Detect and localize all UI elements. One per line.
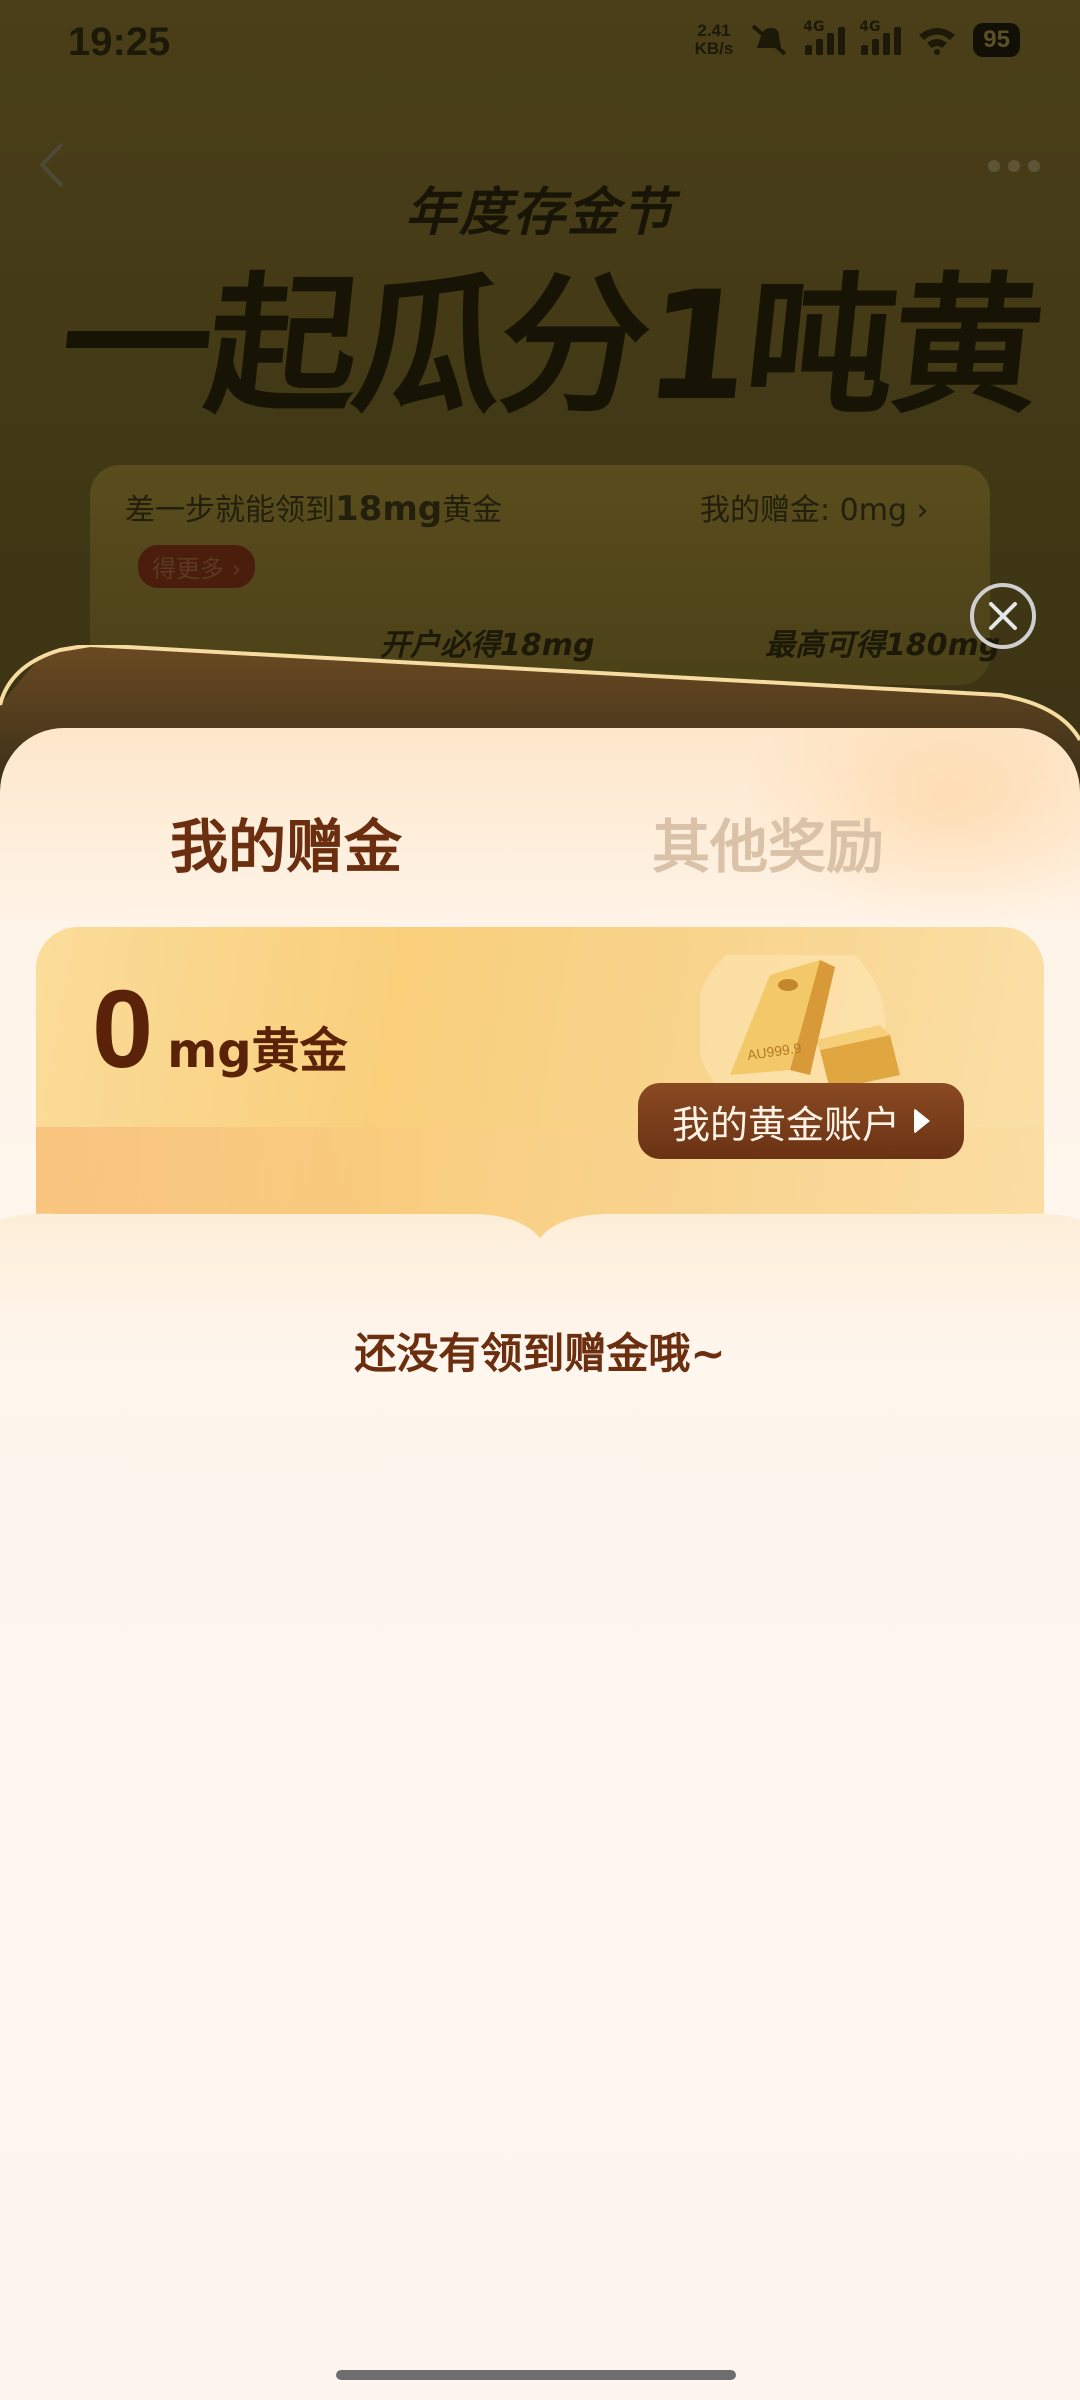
mute-icon	[751, 24, 787, 56]
tab-my-bonus[interactable]: 我的赠金	[170, 800, 402, 884]
account-button-label: 我的黄金账户	[671, 1102, 900, 1147]
empty-state-text: 还没有领到赠金哦~	[354, 1329, 726, 1378]
gold-amount-value: 0	[92, 968, 154, 1091]
earn-more-button[interactable]: 得更多 ›	[138, 545, 256, 588]
my-gold-account-button[interactable]: 我的黄金账户	[638, 1083, 964, 1159]
signal-sim2-icon: 4G	[859, 19, 902, 55]
status-time: 19:25	[68, 20, 171, 64]
play-icon	[914, 1108, 930, 1134]
network-speed: 2.41 KB/s	[694, 21, 734, 58]
status-bar: 19:25 2.41 KB/s 4G 4G 95	[0, 0, 1080, 90]
status-icons: 2.41 KB/s 4G 4G 95	[694, 19, 1020, 58]
tab-other-rewards[interactable]: 其他奖励	[652, 800, 884, 884]
my-bonus-link[interactable]: 我的赠金: 0mg ›	[700, 485, 929, 529]
close-button[interactable]	[970, 583, 1036, 649]
battery-icon: 95	[973, 23, 1020, 57]
progress-hint: 差一步就能领到18mg黄金	[125, 489, 503, 529]
home-indicator[interactable]	[336, 2370, 736, 2380]
wifi-icon	[919, 28, 956, 55]
signal-sim1-icon: 4G	[803, 19, 846, 55]
close-icon	[989, 602, 1017, 630]
gold-bar-icon: AU999.9	[700, 955, 900, 1095]
gold-amount-unit: mg黄金	[167, 1023, 348, 1079]
gold-balance: 0 mg黄金	[92, 975, 348, 1085]
